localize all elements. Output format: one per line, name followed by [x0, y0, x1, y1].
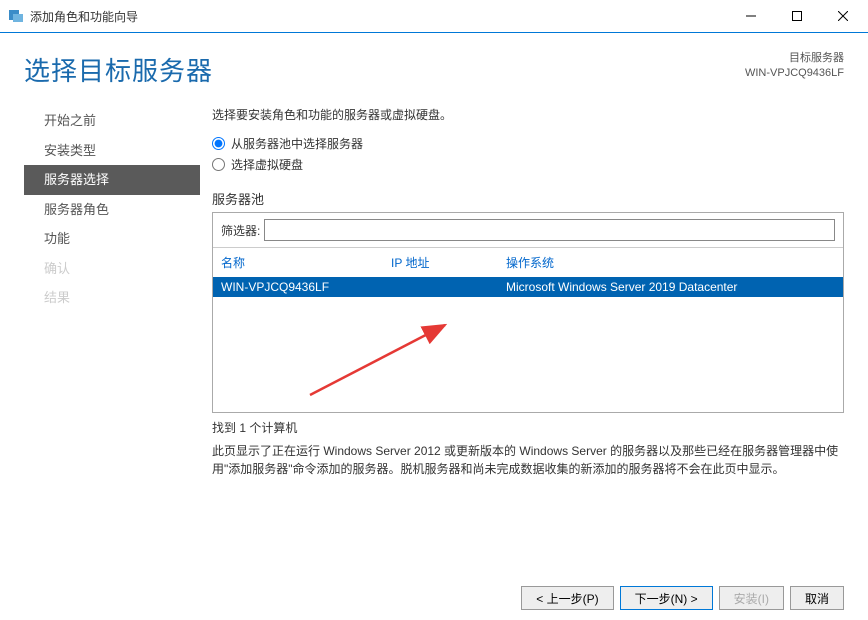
radio-vhd-input[interactable] [212, 158, 225, 171]
footer: < 上一步(P) 下一步(N) > 安装(I) 取消 [521, 586, 844, 610]
next-button[interactable]: 下一步(N) > [620, 586, 713, 610]
table-header: 名称 IP 地址 操作系统 [213, 248, 843, 277]
radio-vhd[interactable]: 选择虚拟硬盘 [212, 156, 844, 173]
nav-confirmation: 确认 [24, 254, 200, 284]
sidebar: 开始之前 安装类型 服务器选择 服务器角色 功能 确认 结果 [0, 106, 200, 556]
column-ip[interactable]: IP 地址 [391, 254, 506, 271]
instruction-text: 选择要安装角色和功能的服务器或虚拟硬盘。 [212, 106, 844, 123]
nav-server-roles[interactable]: 服务器角色 [24, 195, 200, 225]
radio-vhd-label: 选择虚拟硬盘 [231, 156, 303, 173]
column-os[interactable]: 操作系统 [506, 254, 835, 271]
table-row[interactable]: WIN-VPJCQ9436LF Microsoft Windows Server… [213, 277, 843, 297]
target-server-info: 目标服务器 WIN-VPJCQ9436LF [745, 51, 844, 82]
install-button: 安装(I) [719, 586, 784, 610]
content-area: 开始之前 安装类型 服务器选择 服务器角色 功能 确认 结果 选择要安装角色和功… [0, 96, 868, 556]
server-pool-box: 筛选器: 名称 IP 地址 操作系统 WIN-VPJCQ9436LF Micro… [212, 212, 844, 413]
window-controls [728, 1, 866, 31]
radio-server-pool-input[interactable] [212, 137, 225, 150]
server-pool-label: 服务器池 [212, 189, 844, 208]
filter-label: 筛选器: [221, 222, 260, 239]
radio-server-pool-label: 从服务器池中选择服务器 [231, 135, 363, 152]
nav-features[interactable]: 功能 [24, 224, 200, 254]
target-server-name: WIN-VPJCQ9436LF [745, 66, 844, 81]
radio-group: 从服务器池中选择服务器 选择虚拟硬盘 [212, 135, 844, 173]
row-name: WIN-VPJCQ9436LF [221, 280, 391, 294]
minimize-button[interactable] [728, 1, 774, 31]
target-server-label: 目标服务器 [745, 51, 844, 66]
app-icon [8, 8, 24, 24]
previous-button[interactable]: < 上一步(P) [521, 586, 613, 610]
page-title: 选择目标服务器 [24, 51, 213, 88]
close-button[interactable] [820, 1, 866, 31]
nav-before-you-begin[interactable]: 开始之前 [24, 106, 200, 136]
column-name[interactable]: 名称 [221, 254, 391, 271]
nav-server-selection[interactable]: 服务器选择 [24, 165, 200, 195]
nav-results: 结果 [24, 283, 200, 313]
row-os: Microsoft Windows Server 2019 Datacenter [506, 280, 835, 294]
cancel-button[interactable]: 取消 [790, 586, 844, 610]
filter-row: 筛选器: [213, 213, 843, 248]
found-count: 找到 1 个计算机 [212, 419, 844, 436]
main-panel: 选择要安装角色和功能的服务器或虚拟硬盘。 从服务器池中选择服务器 选择虚拟硬盘 … [200, 106, 868, 556]
maximize-button[interactable] [774, 1, 820, 31]
titlebar: 添加角色和功能向导 [0, 0, 868, 32]
row-ip [391, 280, 506, 294]
table-body: WIN-VPJCQ9436LF Microsoft Windows Server… [213, 277, 843, 412]
filter-input[interactable] [264, 219, 835, 241]
page-header: 选择目标服务器 目标服务器 WIN-VPJCQ9436LF [0, 33, 868, 96]
nav-installation-type[interactable]: 安装类型 [24, 136, 200, 166]
window-title: 添加角色和功能向导 [30, 8, 728, 25]
radio-server-pool[interactable]: 从服务器池中选择服务器 [212, 135, 844, 152]
description-text: 此页显示了正在运行 Windows Server 2012 或更新版本的 Win… [212, 442, 844, 478]
